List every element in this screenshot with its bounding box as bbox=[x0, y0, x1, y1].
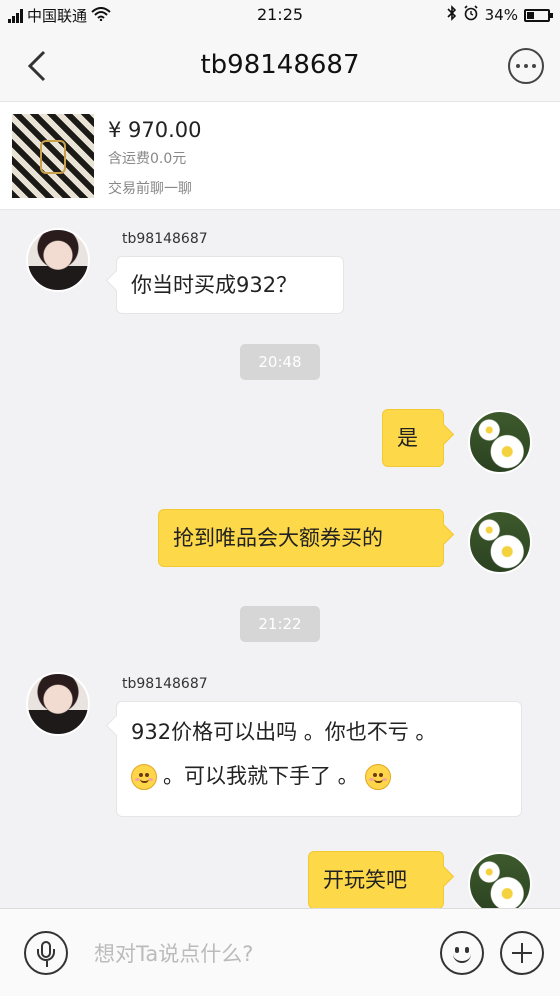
status-right: 34% bbox=[447, 5, 553, 25]
alarm-icon bbox=[463, 5, 479, 25]
product-card[interactable]: ¥ 970.00 含运费0.0元 交易前聊一聊 bbox=[0, 102, 560, 210]
input-bar bbox=[0, 908, 560, 996]
battery-percent: 34% bbox=[484, 6, 518, 24]
message-text-line: 。可以我就下手了 。 bbox=[131, 754, 507, 798]
voice-input-button[interactable] bbox=[24, 931, 68, 975]
message-text: 。可以我就下手了 。 bbox=[163, 764, 359, 788]
message-text: 是 bbox=[397, 426, 418, 450]
message-bubble-outgoing[interactable]: 是 bbox=[382, 409, 444, 467]
battery-icon bbox=[524, 8, 553, 22]
contact-avatar[interactable] bbox=[26, 228, 90, 292]
product-pre-chat-label: 交易前聊一聊 bbox=[108, 181, 192, 197]
more-dots-icon bbox=[524, 64, 528, 68]
message-input[interactable] bbox=[94, 939, 414, 969]
more-dots-icon bbox=[532, 64, 536, 68]
sender-name: tb98148687 bbox=[122, 676, 208, 692]
message-bubble-incoming[interactable]: 你当时买成932？ bbox=[116, 256, 344, 314]
more-dots-icon bbox=[516, 64, 520, 68]
nav-bar: tb98148687 bbox=[0, 30, 560, 102]
shy-emoji-icon bbox=[364, 764, 391, 790]
message-text-line: 932价格可以出吗 。你也不亏 。 bbox=[131, 720, 437, 744]
status-bar: 中国联通 21:25 34% bbox=[0, 0, 560, 30]
more-options-button[interactable] bbox=[508, 48, 544, 84]
message-bubble-incoming[interactable]: 932价格可以出吗 。你也不亏 。 。可以我就下手了 。 bbox=[116, 701, 522, 817]
message-text: 你当时买成932？ bbox=[131, 273, 298, 297]
product-thumbnail[interactable] bbox=[12, 114, 94, 198]
contact-avatar[interactable] bbox=[26, 672, 90, 736]
emoji-button[interactable] bbox=[440, 931, 484, 975]
message-bubble-outgoing[interactable]: 开玩笑吧 bbox=[308, 851, 444, 909]
sender-name: tb98148687 bbox=[122, 231, 208, 247]
my-avatar[interactable] bbox=[468, 852, 532, 916]
chat-title: tb98148687 bbox=[200, 50, 360, 80]
my-avatar[interactable] bbox=[468, 410, 532, 474]
my-avatar[interactable] bbox=[468, 510, 532, 574]
message-text: 抢到唯品会大额券买的 bbox=[173, 526, 383, 550]
product-shipping: 含运费0.0元 bbox=[108, 151, 187, 167]
message-text: 开玩笑吧 bbox=[323, 868, 407, 892]
bluetooth-icon bbox=[447, 5, 457, 25]
message-timestamp: 21:22 bbox=[240, 606, 320, 642]
message-bubble-outgoing[interactable]: 抢到唯品会大额券买的 bbox=[158, 509, 444, 567]
message-timestamp: 20:48 bbox=[240, 344, 320, 380]
more-actions-button[interactable] bbox=[500, 931, 544, 975]
smile-emoji-icon bbox=[131, 764, 157, 790]
product-price: ¥ 970.00 bbox=[108, 118, 202, 142]
